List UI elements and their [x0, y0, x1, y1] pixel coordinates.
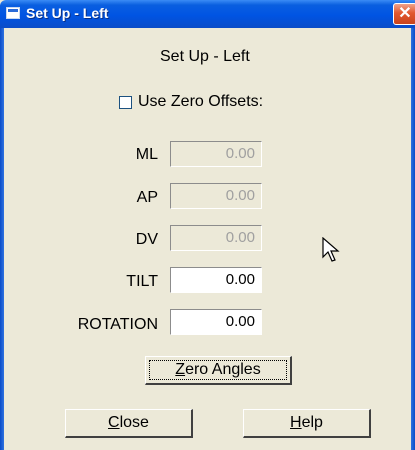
help-button[interactable]: Help — [243, 409, 371, 438]
title-bar[interactable]: Set Up - Left ✕ — [0, 0, 415, 28]
help-label: elp — [301, 414, 323, 431]
tilt-label: TILT — [126, 273, 158, 290]
zero-angles-button[interactable]: Zero Angles — [145, 356, 292, 385]
window-border-right — [411, 28, 415, 450]
use-zero-offsets-row[interactable]: Use Zero Offsets: — [119, 93, 263, 111]
close-label: lose — [119, 414, 149, 431]
dv-label: DV — [135, 231, 158, 248]
setup-dialog: Set Up - Left ✕ Set Up - Left Use Zero O… — [0, 0, 415, 450]
app-window-icon — [6, 7, 20, 19]
dialog-heading: Set Up - Left — [160, 48, 250, 65]
ml-field: 0.00 — [170, 141, 262, 167]
window-border-left — [0, 28, 4, 450]
tilt-field[interactable]: 0.00 — [170, 267, 262, 293]
close-mnemonic: C — [108, 414, 120, 431]
ap-field: 0.00 — [170, 183, 262, 209]
use-zero-offsets-checkbox[interactable] — [119, 95, 132, 109]
help-mnemonic: H — [290, 414, 302, 431]
rotation-field[interactable]: 0.00 — [170, 309, 262, 335]
mouse-pointer-icon — [322, 237, 340, 262]
use-zero-offsets-label[interactable]: Use Zero Offsets: — [138, 93, 263, 111]
focus-rectangle — [149, 360, 287, 380]
dv-field: 0.00 — [170, 225, 262, 251]
rotation-label: ROTATION — [77, 316, 158, 333]
ml-label: ML — [135, 146, 158, 163]
close-button[interactable]: Close — [65, 409, 193, 438]
ap-label: AP — [136, 189, 158, 206]
window-title: Set Up - Left — [26, 5, 109, 21]
close-icon: ✕ — [398, 5, 412, 22]
close-window-button[interactable]: ✕ — [393, 3, 415, 25]
